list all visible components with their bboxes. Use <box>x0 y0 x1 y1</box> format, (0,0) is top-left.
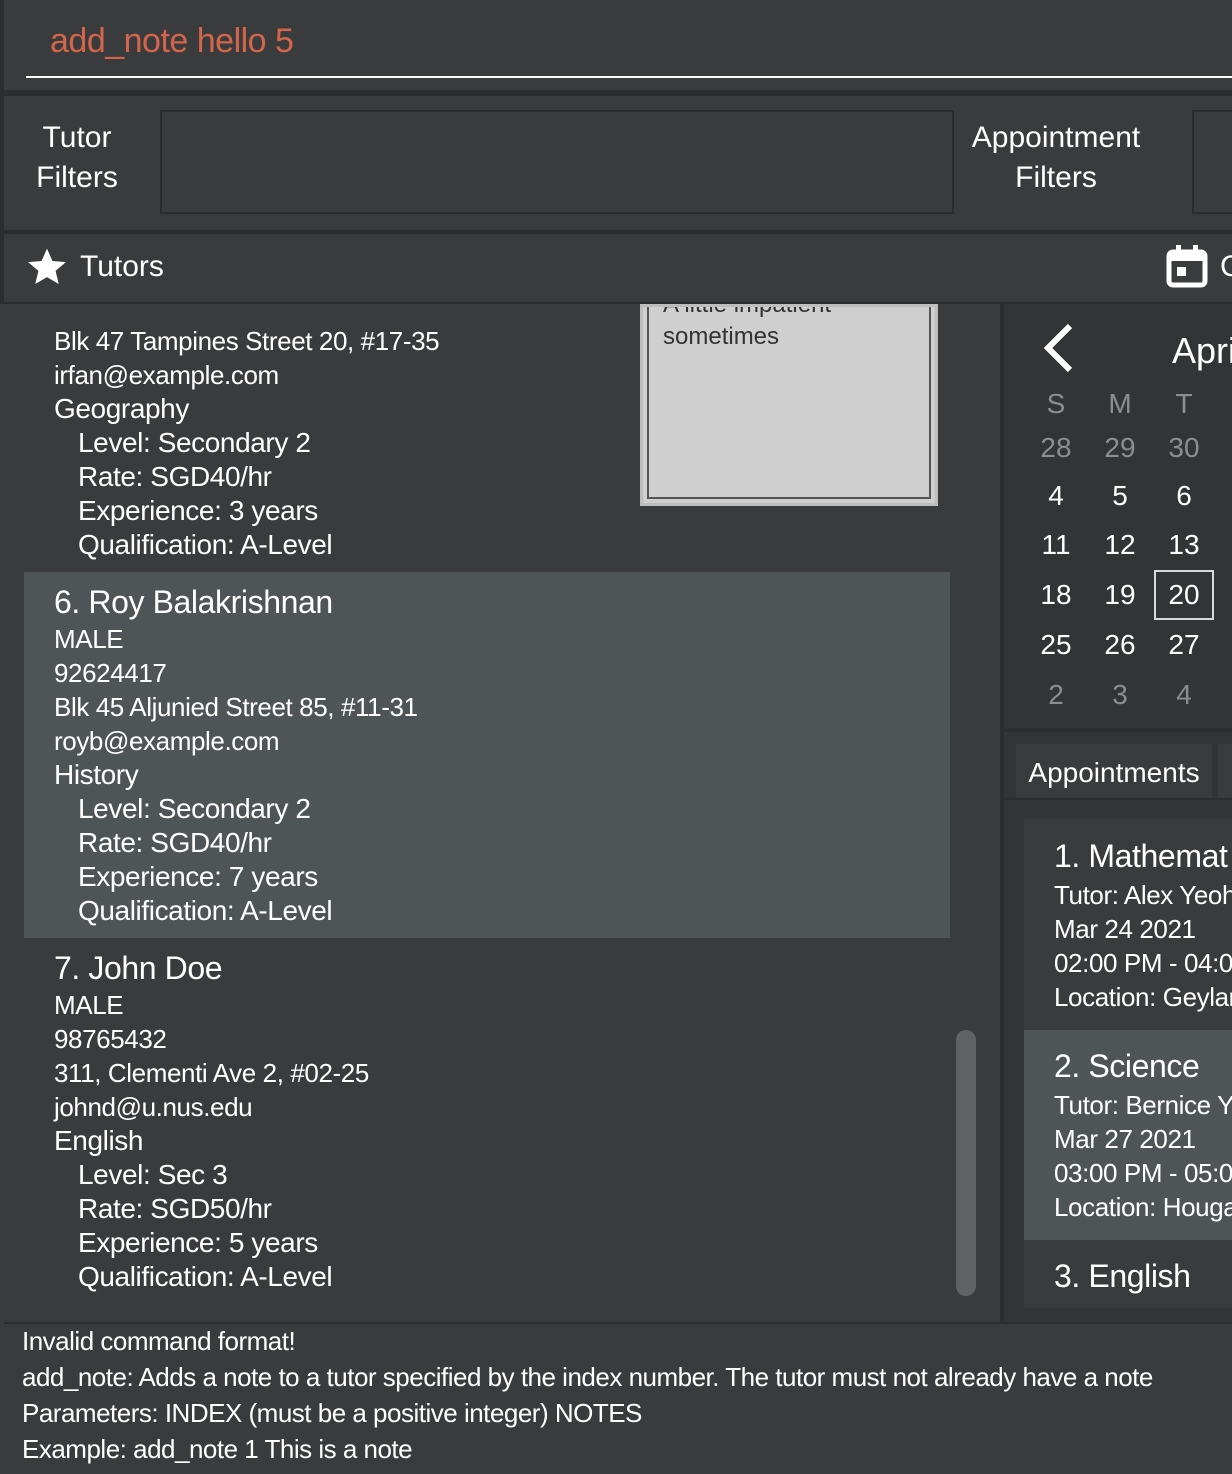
appointment-card-selected[interactable]: 2. Science Tutor: Bernice Yu Mar 27 2021… <box>1024 1030 1232 1240</box>
tutor-card[interactable]: 7. John Doe MALE 98765432 311, Clementi … <box>24 938 950 1304</box>
weekday-label: M <box>1108 388 1132 419</box>
appointment-list[interactable]: 1. Mathemat Tutor: Alex Yeoh Mar 24 2021… <box>1024 818 1232 1308</box>
panel-header <box>4 234 1232 302</box>
calendar-day[interactable]: 13 <box>1154 529 1214 561</box>
chevron-left-icon[interactable] <box>1040 320 1080 376</box>
tutors-title: Tutors <box>80 250 164 283</box>
note-text: sometimes <box>663 323 780 350</box>
tutor-note: A little impatient sometimes <box>640 304 938 506</box>
calendar-day[interactable]: 2 <box>1026 679 1086 711</box>
weekday-label: S <box>1046 388 1066 419</box>
appointment-time: 03:00 PM - 05:0 <box>1054 1158 1232 1188</box>
calendar-day[interactable]: 4 <box>1154 679 1214 711</box>
calendar-day[interactable]: 30 <box>1154 432 1214 464</box>
subject-experience: Experience: 5 years <box>78 1227 318 1258</box>
result-line: Parameters: INDEX (must be a positive in… <box>22 1398 642 1428</box>
star-icon <box>26 246 68 288</box>
subject-rate: Rate: SGD40/hr <box>78 827 272 858</box>
tutor-filters-label: Tutor Filters <box>36 121 118 194</box>
calendar-day[interactable]: 18 <box>1026 579 1086 611</box>
result-line: Invalid command format! <box>22 1326 296 1356</box>
tutor-card[interactable]: Blk 47 Tampines Street 20, #17-35 irfan@… <box>24 304 950 572</box>
tutor-email: irfan@example.com <box>54 360 279 390</box>
subject-rate: Rate: SGD50/hr <box>78 1193 272 1224</box>
note-text: A little impatient <box>663 304 832 318</box>
appointment-title: 2. Science <box>1054 1048 1200 1084</box>
appointment-title: 3. English <box>1054 1258 1191 1294</box>
calendar-day[interactable]: 19 <box>1090 579 1150 611</box>
appointment-date: Mar 27 2021 <box>1054 1124 1196 1154</box>
tab-next[interactable] <box>1218 744 1232 798</box>
subject-rate: Rate: SGD40/hr <box>78 461 272 492</box>
appointment-location: Location: Geylan <box>1054 982 1232 1012</box>
tab-appointments[interactable]: Appointments <box>1016 744 1212 798</box>
calendar-day[interactable]: 4 <box>1026 480 1086 512</box>
calendar-day[interactable]: 28 <box>1026 432 1086 464</box>
appointment-filters-label: Appointment Filters <box>971 121 1141 194</box>
subject-qualification: Qualification: A-Level <box>78 895 333 926</box>
calendar-month: Apri <box>1172 330 1232 371</box>
subject-level: Level: Sec 3 <box>78 1159 228 1190</box>
tutor-list-scrollbar[interactable] <box>956 1030 976 1296</box>
tutor-subject: Geography <box>54 393 189 424</box>
tutor-phone: 92624417 <box>54 658 167 688</box>
subject-qualification: Qualification: A-Level <box>78 529 333 560</box>
tutor-gender: MALE <box>54 990 124 1020</box>
command-input[interactable]: add_note hello 5 <box>50 22 294 61</box>
calendar-title: C <box>1220 250 1232 283</box>
appointment-time: 02:00 PM - 04:0 <box>1054 948 1232 978</box>
tutor-subject: English <box>54 1125 144 1156</box>
divider <box>1000 304 1004 1324</box>
tutor-filters-box[interactable] <box>160 110 954 214</box>
appointment-tutor: Tutor: Bernice Yu <box>1054 1090 1232 1120</box>
calendar-day[interactable]: 29 <box>1090 432 1150 464</box>
appointment-location: Location: Houga <box>1054 1192 1232 1222</box>
subject-experience: Experience: 7 years <box>78 861 318 892</box>
calendar-grid: S M T 28 29 30 4 5 6 11 12 13 18 19 20 2… <box>1026 384 1232 724</box>
result-line: add_note: Adds a note to a tutor specifi… <box>22 1362 1153 1392</box>
subject-experience: Experience: 3 years <box>78 495 318 526</box>
tutor-address: Blk 47 Tampines Street 20, #17-35 <box>54 326 440 356</box>
subject-level: Level: Secondary 2 <box>78 427 311 458</box>
divider <box>1004 728 1232 732</box>
appointment-tutor: Tutor: Alex Yeoh <box>1054 880 1232 910</box>
tutor-address: Blk 45 Aljunied Street 85, #11-31 <box>54 692 418 722</box>
tutor-gender: MALE <box>54 624 124 654</box>
appointment-title: 1. Mathemat <box>1054 838 1228 874</box>
command-underline <box>26 76 1232 78</box>
weekday-label: T <box>1175 388 1193 419</box>
appointment-date: Mar 24 2021 <box>1054 914 1196 944</box>
tutor-subject: History <box>54 759 139 790</box>
tutor-name: 6. Roy Balakrishnan <box>54 584 333 620</box>
calendar-day[interactable]: 26 <box>1090 629 1150 661</box>
calendar-day[interactable]: 6 <box>1154 480 1214 512</box>
calendar-day[interactable]: 25 <box>1026 629 1086 661</box>
result-line: Example: add_note 1 This is a note <box>22 1434 413 1464</box>
tutor-email: johnd@u.nus.edu <box>54 1092 253 1122</box>
calendar-day[interactable]: 11 <box>1026 529 1086 561</box>
tutor-email: royb@example.com <box>54 726 280 756</box>
tutor-phone: 98765432 <box>54 1024 167 1054</box>
appointment-filters-box[interactable] <box>1192 110 1232 214</box>
subject-level: Level: Secondary 2 <box>78 793 311 824</box>
tutor-list[interactable]: Blk 47 Tampines Street 20, #17-35 irfan@… <box>0 304 1000 1324</box>
tutor-address: 311, Clementi Ave 2, #02-25 <box>54 1058 369 1088</box>
divider <box>1004 798 1232 800</box>
calendar-day[interactable]: 12 <box>1090 529 1150 561</box>
result-display: Invalid command format! add_note: Adds a… <box>0 1324 1232 1474</box>
calendar-day-selected[interactable]: 20 <box>1154 570 1214 620</box>
calendar-day[interactable]: 5 <box>1090 480 1150 512</box>
calendar-day[interactable]: 27 <box>1154 629 1214 661</box>
calendar-icon <box>1166 244 1208 288</box>
calendar-day[interactable]: 3 <box>1090 679 1150 711</box>
tutor-card-selected[interactable]: 6. Roy Balakrishnan MALE 92624417 Blk 45… <box>24 572 950 938</box>
appointment-card[interactable]: 1. Mathemat Tutor: Alex Yeoh Mar 24 2021… <box>1024 818 1232 1030</box>
subject-qualification: Qualification: A-Level <box>78 1261 333 1292</box>
tutor-name: 7. John Doe <box>54 950 223 986</box>
appointment-card[interactable]: 3. English <box>1024 1240 1232 1308</box>
